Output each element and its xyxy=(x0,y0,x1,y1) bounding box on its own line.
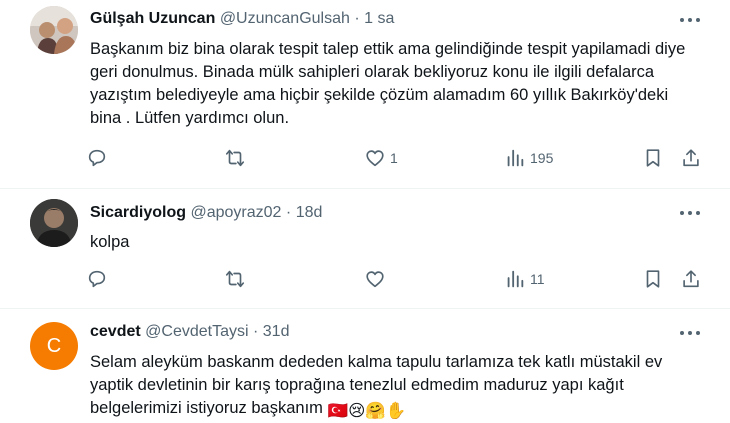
separator-dot: · xyxy=(253,323,259,340)
timestamp[interactable]: 31d xyxy=(263,323,290,340)
tweet-header: cevdet @CevdetTaysi · 31d xyxy=(90,322,289,342)
view-count: 195 xyxy=(530,150,554,166)
display-name[interactable]: Gülşah Uzuncan xyxy=(90,10,215,27)
retweet-icon xyxy=(225,270,245,288)
timestamp[interactable]: 1 sa xyxy=(364,10,394,27)
heart-icon xyxy=(366,271,384,288)
timestamp[interactable]: 18d xyxy=(296,204,323,221)
avatar[interactable]: C xyxy=(30,322,78,370)
more-options-icon[interactable] xyxy=(680,210,700,216)
tweet-header: Sicardiyolog @apoyraz02 · 18d xyxy=(90,203,322,223)
share-button[interactable] xyxy=(680,267,702,291)
retweet-icon xyxy=(225,149,245,167)
like-button[interactable] xyxy=(364,267,390,291)
avatar[interactable] xyxy=(30,199,78,247)
analytics-icon xyxy=(507,149,524,167)
reply-button[interactable] xyxy=(86,267,112,291)
tweet-1: Gülşah Uzuncan @UzuncanGulsah · 1 sa Baş… xyxy=(0,0,730,195)
reply-button[interactable] xyxy=(86,146,112,170)
share-icon xyxy=(683,270,699,288)
more-options-icon[interactable] xyxy=(680,17,700,23)
retweet-button[interactable] xyxy=(224,146,250,170)
user-handle[interactable]: @CevdetTaysi xyxy=(145,323,248,340)
tweet-header: Gülşah Uzuncan @UzuncanGulsah · 1 sa xyxy=(90,9,394,29)
heart-icon xyxy=(366,150,384,167)
views-button[interactable]: 11 xyxy=(504,267,545,291)
separator-dot: · xyxy=(354,10,360,27)
tweet-3: C cevdet @CevdetTaysi · 31d Selam aleykü… xyxy=(0,310,730,420)
user-handle[interactable]: @UzuncanGulsah xyxy=(220,10,350,27)
bookmark-button[interactable] xyxy=(642,146,664,170)
bookmark-button[interactable] xyxy=(642,267,664,291)
tweet-2: Sicardiyolog @apoyraz02 · 18d kolpa 11 xyxy=(0,195,730,310)
view-count: 11 xyxy=(530,271,545,287)
share-button[interactable] xyxy=(680,146,702,170)
display-name[interactable]: cevdet xyxy=(90,323,141,340)
avatar[interactable] xyxy=(30,6,78,54)
reply-icon xyxy=(88,270,106,288)
tweet-text: kolpa xyxy=(90,233,130,251)
share-icon xyxy=(683,149,699,167)
separator-dot: · xyxy=(285,204,292,221)
tweet-text-container: Selam aleyküm baskanm dededen kalma tapu… xyxy=(90,351,700,423)
reply-icon xyxy=(88,149,106,167)
tweet-actions: 1 195 xyxy=(86,146,706,170)
more-options-icon[interactable] xyxy=(680,330,700,336)
bookmark-icon xyxy=(646,149,660,167)
tweet-text: Başkanım biz bina olarak tespit talep et… xyxy=(90,40,686,127)
bookmark-icon xyxy=(646,270,660,288)
like-count: 1 xyxy=(390,150,398,166)
display-name[interactable]: Sicardiyolog xyxy=(90,204,186,221)
like-button[interactable]: 1 xyxy=(364,146,398,170)
user-handle[interactable]: @apoyraz02 xyxy=(190,204,281,221)
divider xyxy=(0,308,730,309)
divider xyxy=(0,188,730,189)
views-button[interactable]: 195 xyxy=(504,146,553,170)
avatar-letter: C xyxy=(46,334,62,357)
retweet-button[interactable] xyxy=(224,267,250,291)
tweet-actions: 11 xyxy=(86,267,706,291)
analytics-icon xyxy=(507,270,524,288)
